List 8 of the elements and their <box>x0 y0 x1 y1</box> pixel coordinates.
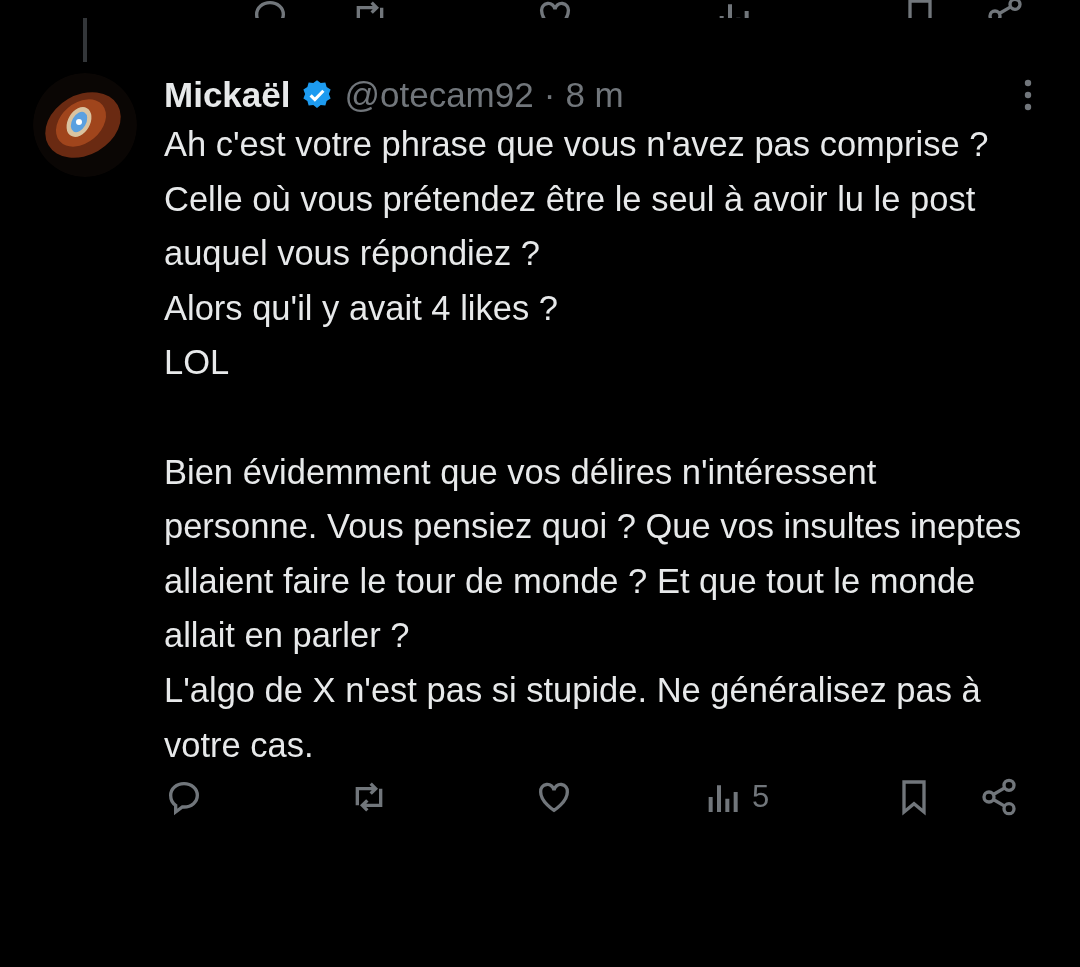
share-icon[interactable] <box>979 777 1019 818</box>
separator-dot: · <box>543 75 556 115</box>
timestamp[interactable]: 8 m <box>565 75 624 115</box>
views-button[interactable]: 5 <box>704 777 770 818</box>
author-name[interactable]: Mickaël <box>164 75 291 115</box>
post-text: Ah c'est votre phrase que vous n'avez pas comprise ? Celle où vous prétendez être le seul à avoir lu le post auquel vous répondiez ? Alors qu'il y avait 4 likes ? LOL Bien évidemment que vos délires n'intéressent personne. Vous pensiez quoi ? Que vos insultes ineptes allaient faire le tour de monde ? Et que tout le monde allait en parler ? L'algo de X n'est pas si stupide. Ne généralisez pas à votre cas. <box>164 124 1023 766</box>
avatar[interactable] <box>33 73 137 177</box>
user-handle[interactable]: @otecam92 <box>344 75 534 115</box>
